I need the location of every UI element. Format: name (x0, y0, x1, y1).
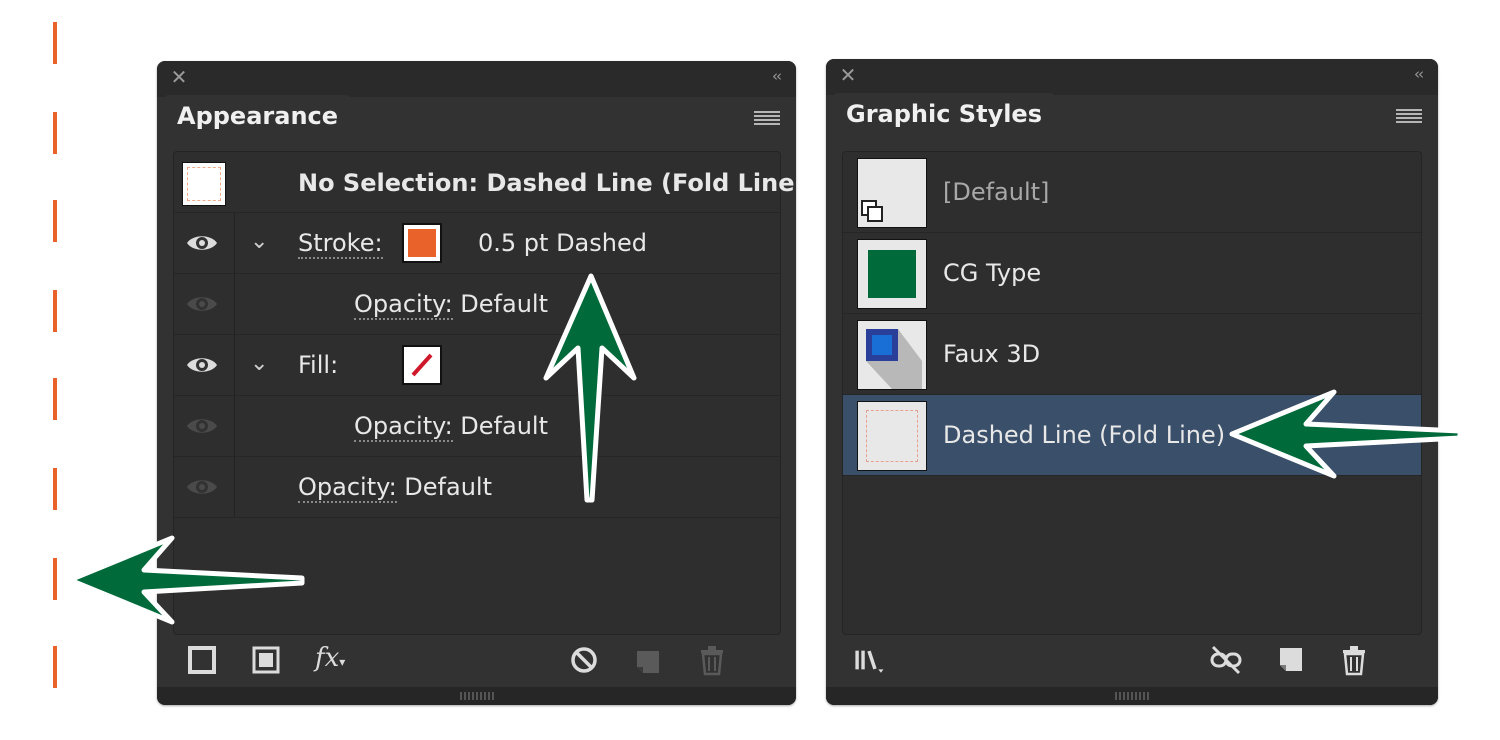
selection-thumbnail (182, 162, 226, 206)
style-name: CG Type (943, 259, 1042, 287)
annotation-arrow-left (67, 535, 305, 625)
faux-3d-style-thumbnail (857, 320, 927, 390)
default-style-thumbnail (857, 158, 927, 228)
stroke-color-swatch[interactable] (402, 223, 442, 263)
graphic-styles-panel: ✕ ‹‹ Graphic Styles [Default] CG Type Fa… (826, 59, 1438, 705)
eye-icon[interactable] (186, 355, 218, 375)
fold-line-dash (53, 468, 57, 510)
style-name: Dashed Line (Fold Line) (943, 421, 1226, 449)
appearance-header-row[interactable]: No Selection: Dashed Line (Fold Line) (174, 152, 796, 213)
graphic-style-item[interactable]: CG Type (843, 233, 1421, 314)
panel-titlebar: ✕ ‹‹ (826, 59, 1438, 95)
graphic-style-item[interactable]: [Default] (843, 152, 1421, 233)
delete-style-icon[interactable] (1337, 643, 1371, 677)
fold-line-dash (53, 112, 57, 154)
tab-graphic-styles[interactable]: Graphic Styles (834, 93, 1054, 135)
close-icon[interactable]: ✕ (169, 67, 189, 87)
object-opacity-row[interactable]: Opacity: Default (174, 457, 780, 518)
collapse-panel-icon[interactable]: ‹‹ (1414, 67, 1424, 82)
eye-icon[interactable] (186, 233, 218, 253)
break-link-icon[interactable] (1209, 643, 1243, 677)
fold-line-dash (53, 378, 57, 420)
eye-icon-hidden[interactable] (186, 416, 218, 436)
duplicate-item-icon (637, 651, 659, 673)
close-icon[interactable]: ✕ (838, 65, 858, 85)
appearance-header-title: No Selection: Dashed Line (Fold Line) (298, 169, 796, 197)
new-style-icon[interactable] (1274, 643, 1308, 677)
chevron-down-icon[interactable]: ⌄ (250, 231, 268, 253)
stroke-row[interactable]: ⌄ Stroke: 0.5 pt Dashed (174, 213, 780, 274)
fold-line-dash (53, 290, 57, 332)
eye-icon-hidden[interactable] (186, 477, 218, 497)
stroke-opacity-label[interactable]: Opacity: Default (354, 290, 548, 320)
cg-type-style-thumbnail (857, 239, 927, 309)
stroke-label[interactable]: Stroke: (298, 229, 383, 259)
dashed-line-style-thumbnail (857, 401, 927, 471)
fold-line-dash (53, 22, 57, 64)
fold-line-dash (53, 646, 57, 688)
panel-menu-icon[interactable] (1396, 109, 1422, 123)
style-libraries-icon[interactable] (852, 643, 886, 677)
add-new-effect-icon[interactable]: fx▾ (315, 641, 349, 675)
panel-resize-grip[interactable] (157, 687, 796, 705)
fold-line-dash (53, 558, 57, 600)
fill-label[interactable]: Fill: (298, 351, 338, 379)
graphic-style-item[interactable]: Faux 3D (843, 314, 1421, 395)
annotation-arrow-up (543, 273, 637, 503)
add-new-stroke-icon[interactable] (185, 643, 219, 677)
tab-appearance[interactable]: Appearance (165, 95, 351, 137)
panel-titlebar: ✕ ‹‹ (157, 61, 796, 97)
fill-opacity-label[interactable]: Opacity: Default (354, 412, 548, 442)
fill-row[interactable]: ⌄ Fill: (174, 335, 780, 396)
add-new-fill-icon[interactable] (249, 643, 283, 677)
stroke-opacity-row[interactable]: Opacity: Default (174, 274, 780, 335)
style-name: Faux 3D (943, 340, 1041, 368)
object-opacity-label[interactable]: Opacity: Default (298, 473, 492, 503)
collapse-panel-icon[interactable]: ‹‹ (772, 69, 782, 84)
fill-opacity-row[interactable]: Opacity: Default (174, 396, 780, 457)
eye-icon-hidden[interactable] (186, 294, 218, 314)
fold-line-dash (53, 200, 57, 242)
fill-none-swatch[interactable] (402, 345, 442, 385)
delete-item-icon (701, 646, 723, 676)
clear-appearance-icon[interactable] (567, 643, 601, 677)
panel-resize-grip[interactable] (826, 687, 1438, 705)
stroke-weight-value[interactable]: 0.5 pt Dashed (478, 229, 647, 257)
annotation-arrow-right-panel (1229, 389, 1463, 479)
chevron-down-icon[interactable]: ⌄ (250, 353, 268, 375)
panel-menu-icon[interactable] (754, 111, 780, 125)
style-name: [Default] (943, 178, 1050, 206)
